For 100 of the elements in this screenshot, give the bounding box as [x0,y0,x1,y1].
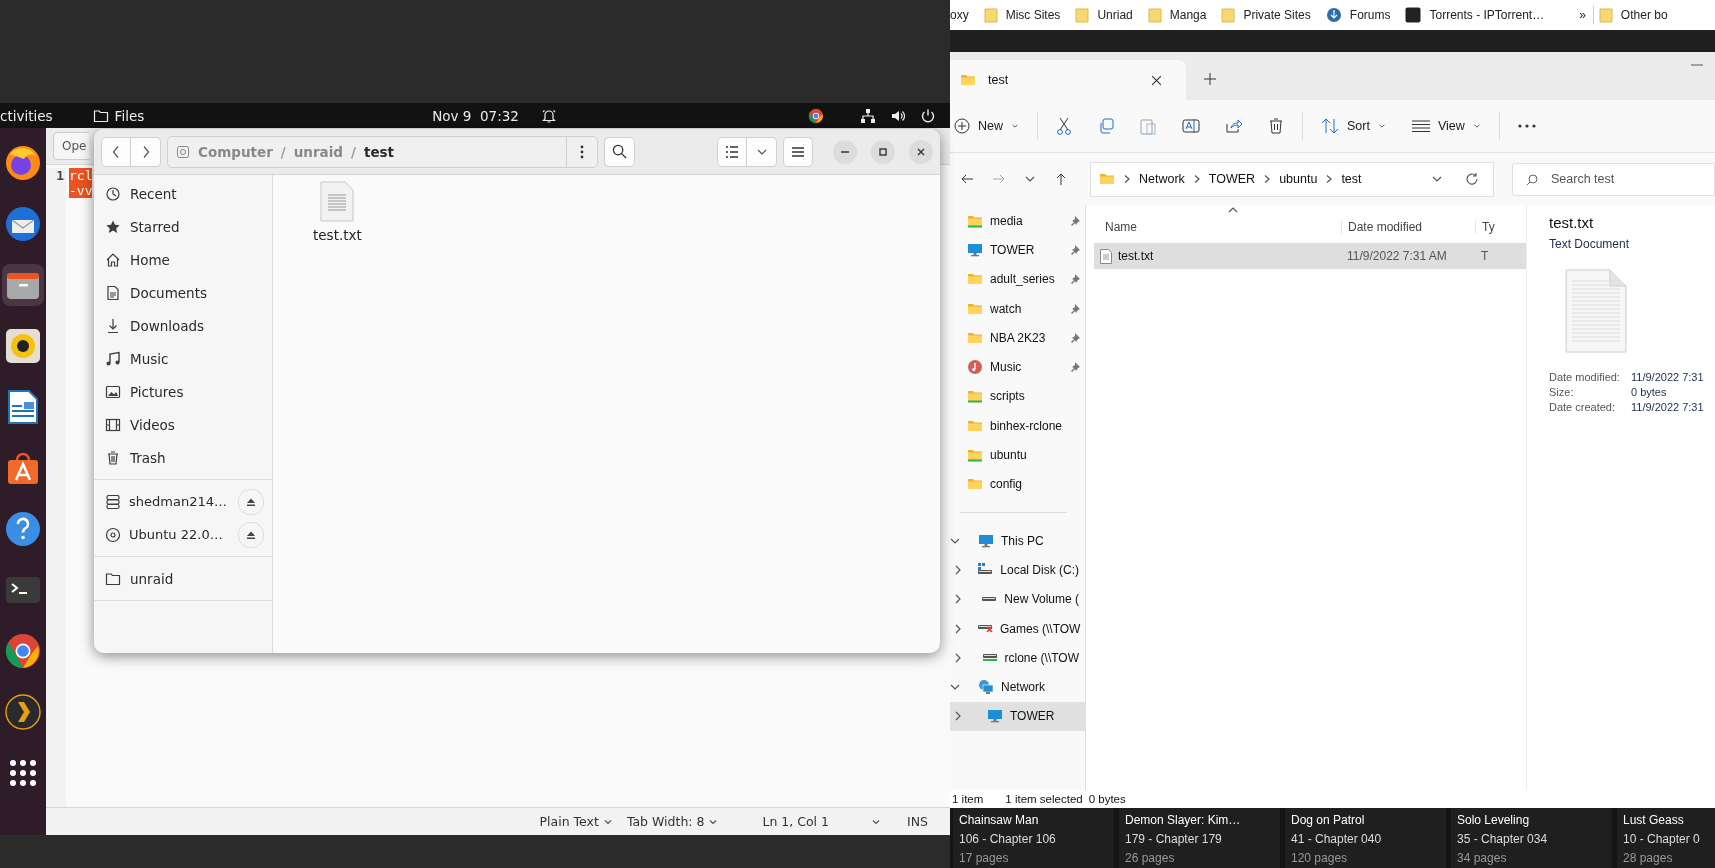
eject-button[interactable] [238,488,264,515]
manga-card[interactable]: Solo Leveling 35 - Chapter 034 34 pages [1451,808,1612,868]
sort-button[interactable]: Sort [1321,118,1386,134]
file-title: test.txt [1549,214,1595,231]
nav-item[interactable]: media [950,206,1085,236]
new-tab-button[interactable] [1204,73,1216,85]
sidebar-item[interactable]: Home [94,243,272,276]
new-button[interactable]: New [954,118,1019,134]
server-icon [105,493,121,510]
nav-item[interactable]: NBA 2K23 [950,323,1085,353]
sidebar-item[interactable]: Ubuntu 22.0… [94,518,272,551]
sidebar-item[interactable]: Videos [94,408,272,441]
bookmark[interactable]: Manga [1147,7,1207,23]
address-crumb[interactable]: Network [1139,172,1185,186]
sidebar-item[interactable]: Pictures [94,375,272,408]
path-crumb[interactable]: test [363,143,395,160]
nav-item[interactable]: scripts [950,381,1085,412]
search-button[interactable] [604,136,635,167]
sidebar-item[interactable]: Downloads [94,309,272,342]
manga-card[interactable]: Lust Geass 10 - Chapter 0 28 pages [1617,808,1715,868]
close-button[interactable] [909,139,933,164]
file-row[interactable]: test.txt 11/9/2022 7:31 AM T [1094,243,1526,269]
explorer-tab[interactable]: test [950,60,1186,100]
nav-item[interactable]: adult_series [950,264,1085,294]
share-button[interactable] [1226,118,1242,134]
page-count: 26 pages [1125,850,1176,867]
language-dropdown[interactable]: Plain Text [539,814,613,829]
bookmark[interactable]: Private Sites [1221,7,1311,23]
rename-button[interactable] [1182,118,1200,134]
bookmark[interactable]: Torrents - IPTorrent… [1405,7,1545,23]
close-icon [916,146,926,157]
address-crumb[interactable]: ubuntu [1279,172,1318,186]
menu-button[interactable] [783,136,813,167]
view-button[interactable]: View [1411,119,1481,133]
column-header[interactable]: Name [1094,219,1341,234]
app-menu[interactable]: Files [114,107,145,124]
manga-card[interactable]: Dog on Patrol 41 - Chapter 040 120 pages [1285,808,1446,868]
text-document-icon [1565,269,1627,353]
clock[interactable]: Nov 9 07:32 [432,107,519,124]
dock-launcher[interactable] [2,264,44,306]
speaker-icon [4,327,42,365]
activities-button[interactable]: ctivities [0,107,53,124]
sidebar-item[interactable]: Recent [94,177,272,210]
minimize-button[interactable] [833,139,857,164]
more-button[interactable] [1517,124,1536,128]
copy-button[interactable] [1098,118,1114,134]
bookmark[interactable]: oxy [950,8,969,22]
address-crumb[interactable]: TOWER [1208,172,1256,186]
property-value: 0 bytes [1631,386,1668,398]
address-bar[interactable]: Network TOWER ubuntu test [1090,161,1494,197]
tree-item[interactable]: Local Disk (C:) [950,555,1085,585]
sidebar-item[interactable]: Documents [94,276,272,309]
sidebar-item[interactable]: Starred [94,210,272,243]
file-item[interactable]: test.txt [313,181,362,243]
address-crumb[interactable]: test [1341,172,1362,186]
selection-count: 1 item selected [1005,793,1083,805]
dock-launcher[interactable] [2,691,44,733]
nav-item[interactable]: watch [950,293,1085,324]
bookmark[interactable]: Forums [1325,7,1391,23]
column-header[interactable]: Date modified [1341,219,1475,234]
film-icon [105,416,121,433]
sidebar-item[interactable]: unraid [94,562,272,595]
more-bookmarks-button[interactable]: » [1579,8,1586,22]
tree-item[interactable]: New Volume ( [950,584,1085,614]
open-button[interactable]: Ope [53,132,90,160]
bookmark[interactable]: Other bo [1598,7,1668,23]
bookmark[interactable]: Misc Sites [983,7,1061,23]
nav-item[interactable]: TOWER [950,235,1085,265]
nav-item[interactable]: binhex-rclone [950,411,1085,441]
chapter-label: 10 - Chapter 0 [1623,831,1701,848]
maximize-button[interactable] [871,139,895,164]
sidebar-item[interactable]: Trash [94,441,272,474]
folder-icon [1075,7,1090,23]
cut-button[interactable] [1056,117,1072,135]
tree-item[interactable]: This PC [950,525,1085,556]
plus-icon [1204,73,1216,85]
manga-card[interactable]: Chainsaw Man 106 - Chapter 106 17 pages [953,808,1114,868]
sidebar-item[interactable]: Music [94,342,272,375]
tree-item[interactable]: Network [950,672,1085,702]
sidebar-item[interactable]: shedman214… [94,485,272,518]
minimize-icon [841,150,849,153]
menu-icon [791,144,805,159]
delete-button[interactable] [1268,118,1284,134]
nav-item[interactable]: Music [950,352,1085,382]
nav-item[interactable]: config [950,469,1085,499]
tab-width-dropdown[interactable]: Tab Width: 8 [626,814,719,829]
folder-icon [960,72,976,88]
property-label: Size: [1549,386,1575,398]
eject-button[interactable] [238,521,264,548]
tree-item[interactable]: Games (\\TOW [950,613,1085,644]
network-folder-icon [967,388,983,405]
tree-item[interactable]: rclone (\\TOW [950,643,1085,673]
list-view-button[interactable] [717,136,747,167]
nav-item[interactable]: ubuntu [950,440,1085,470]
chrome-icon [4,632,42,670]
bookmark[interactable]: Unriad [1075,7,1133,23]
search-field[interactable]: Search test [1512,162,1715,196]
manga-card[interactable]: Demon Slayer: Kim… 179 - Chapter 179 26 pages [1119,808,1280,868]
tree-item[interactable]: TOWER [950,701,1085,732]
cursor-position-dropdown[interactable]: Ln 1, Col 1 [762,814,881,829]
